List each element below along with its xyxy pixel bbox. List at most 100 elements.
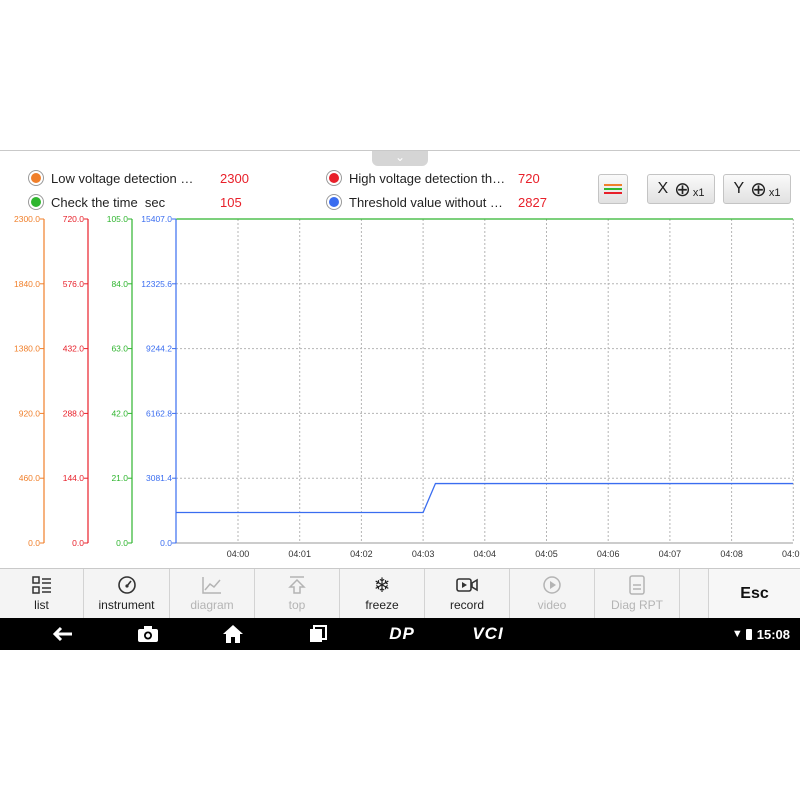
record-label: record [449, 598, 484, 612]
chart-panel: 2300.0 1840.0 1380.0 920.0 460.0 0.0 720.0 576.… [0, 150, 800, 568]
app-screen: 2300.0 1840.0 1380.0 920.0 460.0 0.0 720.0 576.… [0, 150, 800, 650]
dp-logo[interactable]: DP [380, 618, 424, 650]
x-tick-label: 04:03 [412, 549, 435, 559]
home-button[interactable] [218, 618, 248, 650]
clock-time: 15:08 [756, 626, 790, 642]
home-icon [223, 625, 243, 643]
recent-apps-icon [310, 625, 327, 642]
zoom-in-icon: ⊕ [674, 178, 691, 201]
list-label: list [34, 598, 49, 612]
back-arrow-icon [52, 626, 72, 642]
y-tick-label: 144.0 [63, 473, 85, 483]
freeze-button[interactable]: ❄ freeze [340, 569, 425, 618]
y-tick-label: 720.0 [63, 214, 85, 224]
legend-item-threshold[interactable]: Threshold value without pressure [327, 193, 509, 211]
diagram-button[interactable]: diagram [170, 569, 255, 618]
y-tick-label: 15407.0 [141, 214, 172, 224]
y-tick-label: 105.0 [107, 214, 129, 224]
video-icon [541, 575, 563, 595]
diag-rpt-button[interactable]: Diag RPT [595, 569, 680, 618]
report-icon [626, 575, 648, 595]
y-tick-label: 42.0 [111, 408, 128, 418]
recent-apps-button[interactable] [303, 618, 333, 650]
color-dot-icon [327, 171, 341, 185]
instrument-label: instrument [98, 598, 155, 612]
x-zoom-label: X [657, 180, 669, 197]
x-tick-label: 04:01 [288, 549, 311, 559]
y-tick-label: 3081.4 [146, 473, 172, 483]
collapse-handle[interactable]: ⌄ [372, 151, 428, 166]
vci-logo[interactable]: VCI [466, 618, 510, 650]
y-tick-label: 920.0 [19, 408, 41, 418]
y-tick-label: 0.0 [116, 538, 128, 548]
y-tick-label: 0.0 [72, 538, 84, 548]
x-tick-label: 04:06 [597, 549, 620, 559]
y-tick-label: 63.0 [111, 344, 128, 354]
diagram-icon [201, 575, 223, 595]
y-zoom-factor: x1 [768, 187, 781, 199]
y-tick-label: 576.0 [63, 279, 85, 289]
x-tick-label: 04:05 [535, 549, 558, 559]
legend-value: 2300 [220, 171, 249, 186]
esc-button[interactable]: Esc [708, 569, 800, 618]
x-zoom-button[interactable]: X ⊕ x1 [647, 174, 715, 204]
top-arrow-icon [286, 575, 308, 595]
legend-name: High voltage detection threshold [349, 170, 509, 186]
legend-item-low-voltage[interactable]: Low voltage detection threshold [29, 169, 196, 187]
y-zoom-label: Y [733, 180, 745, 197]
y-zoom-button[interactable]: Y ⊕ x1 [723, 174, 791, 204]
wifi-icon: ▼ [731, 628, 743, 640]
legend-name: Threshold value without pressure [349, 194, 509, 210]
x-tick-label: 04:09 [782, 549, 800, 559]
system-nav-bar: DP VCI ▼ 15:08 [0, 618, 800, 650]
legend-item-check-time[interactable]: Check the time sec [29, 193, 196, 211]
legend-value: 720 [518, 171, 540, 186]
legend-toggle-button[interactable] [598, 174, 628, 204]
list-button[interactable]: list [0, 569, 84, 618]
y-tick-label: 1840.0 [14, 279, 40, 289]
battery-icon [745, 628, 752, 640]
chevron-down-icon: ⌄ [394, 150, 406, 164]
x-tick-label: 04:07 [659, 549, 682, 559]
y-tick-label: 460.0 [19, 473, 41, 483]
legend-lines-icon [604, 182, 622, 196]
x-tick-label: 04:02 [350, 549, 373, 559]
y-tick-label: 12325.6 [141, 279, 172, 289]
back-button[interactable] [48, 618, 78, 650]
top-button[interactable]: top [255, 569, 340, 618]
y-tick-label: 432.0 [63, 344, 85, 354]
y-tick-label: 0.0 [160, 538, 172, 548]
legend-name: Low voltage detection threshold [51, 170, 196, 186]
legend-item-high-voltage[interactable]: High voltage detection threshold [327, 169, 509, 187]
legend-value: 105 [220, 195, 242, 210]
color-dot-icon [29, 171, 43, 185]
diagram-label: diagram [190, 598, 234, 612]
video-label: video [537, 598, 567, 612]
x-tick-label: 04:08 [720, 549, 743, 559]
x-tick-label: 04:00 [227, 549, 250, 559]
x-zoom-factor: x1 [692, 187, 705, 199]
video-button[interactable]: video [510, 569, 595, 618]
legend-value: 2827 [518, 195, 547, 210]
instrument-button[interactable]: instrument [84, 569, 170, 618]
gauge-icon [116, 575, 138, 595]
color-dot-icon [327, 195, 341, 209]
list-icon [31, 575, 53, 595]
line-chart: 2300.0 1840.0 1380.0 920.0 460.0 0.0 720.0 576.… [14, 214, 800, 559]
y-tick-label: 21.0 [111, 473, 128, 483]
record-button[interactable]: record [425, 569, 510, 618]
zoom-in-icon: ⊕ [750, 178, 767, 201]
diag-rpt-label: Diag RPT [610, 598, 663, 612]
y-tick-label: 0.0 [28, 538, 40, 548]
y-tick-label: 6162.8 [146, 408, 172, 418]
camera-icon [138, 626, 158, 642]
color-dot-icon [29, 195, 43, 209]
top-label: top [288, 598, 306, 612]
freeze-label: freeze [365, 598, 399, 612]
y-tick-label: 1380.0 [14, 344, 40, 354]
y-tick-label: 2300.0 [14, 214, 40, 224]
legend-name: Check the time sec [51, 194, 166, 210]
bottom-toolbar: list instrument diagram top ❄ freeze rec… [0, 568, 800, 618]
record-icon [455, 575, 479, 595]
screenshot-button[interactable] [133, 618, 163, 650]
